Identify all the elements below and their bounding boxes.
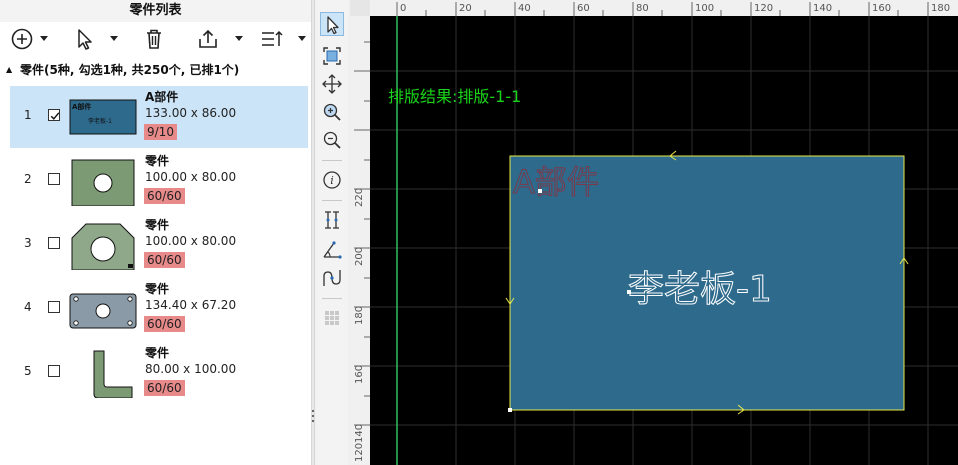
part-name: A部件	[145, 90, 179, 104]
export-dropdown-icon[interactable]	[235, 36, 243, 42]
ruler-corner	[350, 0, 370, 16]
ruler-tick-label: 80	[636, 3, 649, 14]
nesting-canvas[interactable]: 0 20 40 60 80 100 120 140 160 180 220 20…	[350, 0, 958, 465]
part-thumbnail: A部件 李老板-1	[68, 92, 138, 142]
zoom-out-icon[interactable]	[320, 128, 344, 152]
pan-icon[interactable]	[320, 72, 344, 96]
part-thumbnail	[68, 220, 138, 271]
part-index: 5	[24, 364, 32, 378]
ruler-tick-label: 220	[354, 188, 365, 207]
part-count: 9/10	[144, 124, 177, 140]
zoom-in-icon[interactable]	[320, 100, 344, 124]
ruler-tick-label: 160	[354, 365, 365, 384]
parts-group-label: 零件(5种, 勾选1种, 共250个, 已排1个)	[20, 63, 240, 77]
part-size: 100.00 x 80.00	[145, 170, 237, 184]
delete-icon[interactable]	[140, 25, 168, 53]
part-checkbox[interactable]	[48, 365, 60, 377]
anchor-point	[508, 408, 512, 412]
pointer-dropdown-icon[interactable]	[110, 36, 118, 42]
parts-panel: 零件列表 ▲ 零件(5种, 勾选1种, 共250个, 已排1个) 1 A部件 李…	[0, 0, 311, 465]
part-row[interactable]: 1 A部件 李老板-1 A部件 133.00 x 86.00 9/10	[10, 86, 308, 148]
toolbar-divider	[322, 160, 342, 161]
placed-part-tag: 李老板-1	[628, 269, 772, 310]
toolbar-divider	[322, 200, 342, 201]
sort-icon[interactable]	[258, 25, 286, 53]
part-count: 60/60	[144, 188, 185, 204]
curve-tool-icon[interactable]	[320, 266, 344, 290]
part-index: 3	[24, 236, 32, 250]
nesting-result-label: 排版结果:排版-1-1	[388, 87, 522, 106]
part-size: 100.00 x 80.00	[145, 234, 237, 248]
anchor-point	[627, 290, 631, 294]
part-size: 80.00 x 100.00	[145, 362, 237, 376]
ruler-tick-label: 180	[354, 306, 365, 325]
thumb-part-tag: 李老板-1	[88, 117, 112, 125]
parts-group-header[interactable]: ▲ 零件(5种, 勾选1种, 共250个, 已排1个)	[0, 58, 311, 82]
part-name: 零件	[145, 218, 170, 232]
thumb-part-name: A部件	[72, 102, 91, 111]
measure-distance-icon[interactable]	[320, 208, 344, 232]
part-name: 零件	[145, 346, 170, 360]
part-row[interactable]: 2 零件 100.00 x 80.00 60/60	[10, 150, 308, 212]
ruler-tick-label: 100	[695, 3, 714, 14]
part-checkbox[interactable]	[48, 109, 60, 121]
collapse-triangle-icon[interactable]: ▲	[6, 58, 12, 82]
splitter-grip-icon[interactable]	[312, 410, 314, 422]
part-checkbox[interactable]	[48, 237, 60, 249]
panel-title: 零件列表	[0, 0, 311, 23]
measure-angle-icon[interactable]	[320, 238, 344, 262]
part-index: 2	[24, 172, 32, 186]
ruler-tick-label: 20	[459, 3, 472, 14]
sort-dropdown-icon[interactable]	[298, 36, 306, 42]
ruler-tick-label: 140	[354, 424, 365, 443]
part-name: 零件	[145, 282, 170, 296]
export-icon[interactable]	[194, 25, 222, 53]
ruler-tick-label: 0	[400, 3, 406, 14]
grid-icon[interactable]	[320, 306, 344, 330]
part-row[interactable]: 4 零件 134.40 x 67.20 60/60	[10, 278, 308, 340]
part-thumbnail	[68, 156, 138, 207]
svg-text:i: i	[330, 174, 334, 187]
part-row[interactable]: 5 零件 80.00 x 100.00 60/60	[10, 342, 308, 404]
parts-toolbar	[0, 22, 311, 56]
ruler-tick-label: 180	[931, 3, 950, 14]
part-thumbnail	[68, 348, 138, 399]
part-size: 133.00 x 86.00	[145, 106, 237, 120]
ruler-tick-label: 40	[518, 3, 531, 14]
part-thumbnail	[68, 284, 138, 334]
part-index: 4	[24, 300, 32, 314]
ruler-tick-label: 120	[754, 3, 773, 14]
fit-view-icon[interactable]	[320, 44, 344, 68]
select-tool-icon[interactable]	[320, 12, 344, 36]
anchor-point	[538, 189, 542, 193]
part-name: 零件	[145, 154, 170, 168]
add-icon[interactable]	[8, 25, 36, 53]
ruler-tick-label: 160	[872, 3, 891, 14]
top-ruler	[350, 0, 958, 16]
canvas-toolbar: i	[316, 0, 348, 465]
ruler-tick-label: 140	[813, 3, 832, 14]
placed-part-name: A部件	[513, 163, 599, 201]
part-index: 1	[24, 108, 32, 122]
part-row[interactable]: 3 零件 100.00 x 80.00 60/60	[10, 214, 308, 276]
part-count: 60/60	[144, 252, 185, 268]
toolbar-divider	[322, 298, 342, 299]
ruler-tick-label: 200	[354, 247, 365, 266]
part-checkbox[interactable]	[48, 173, 60, 185]
part-count: 60/60	[144, 316, 185, 332]
part-size: 134.40 x 67.20	[145, 298, 237, 312]
ruler-tick-label: 60	[577, 3, 590, 14]
part-checkbox[interactable]	[48, 301, 60, 313]
info-icon[interactable]: i	[320, 168, 344, 192]
add-dropdown-icon[interactable]	[40, 36, 48, 42]
ruler-tick-label: 120	[354, 443, 365, 462]
left-ruler	[350, 16, 370, 465]
panel-splitter[interactable]	[311, 0, 315, 465]
part-count: 60/60	[144, 380, 185, 396]
pointer-icon[interactable]	[70, 25, 98, 53]
